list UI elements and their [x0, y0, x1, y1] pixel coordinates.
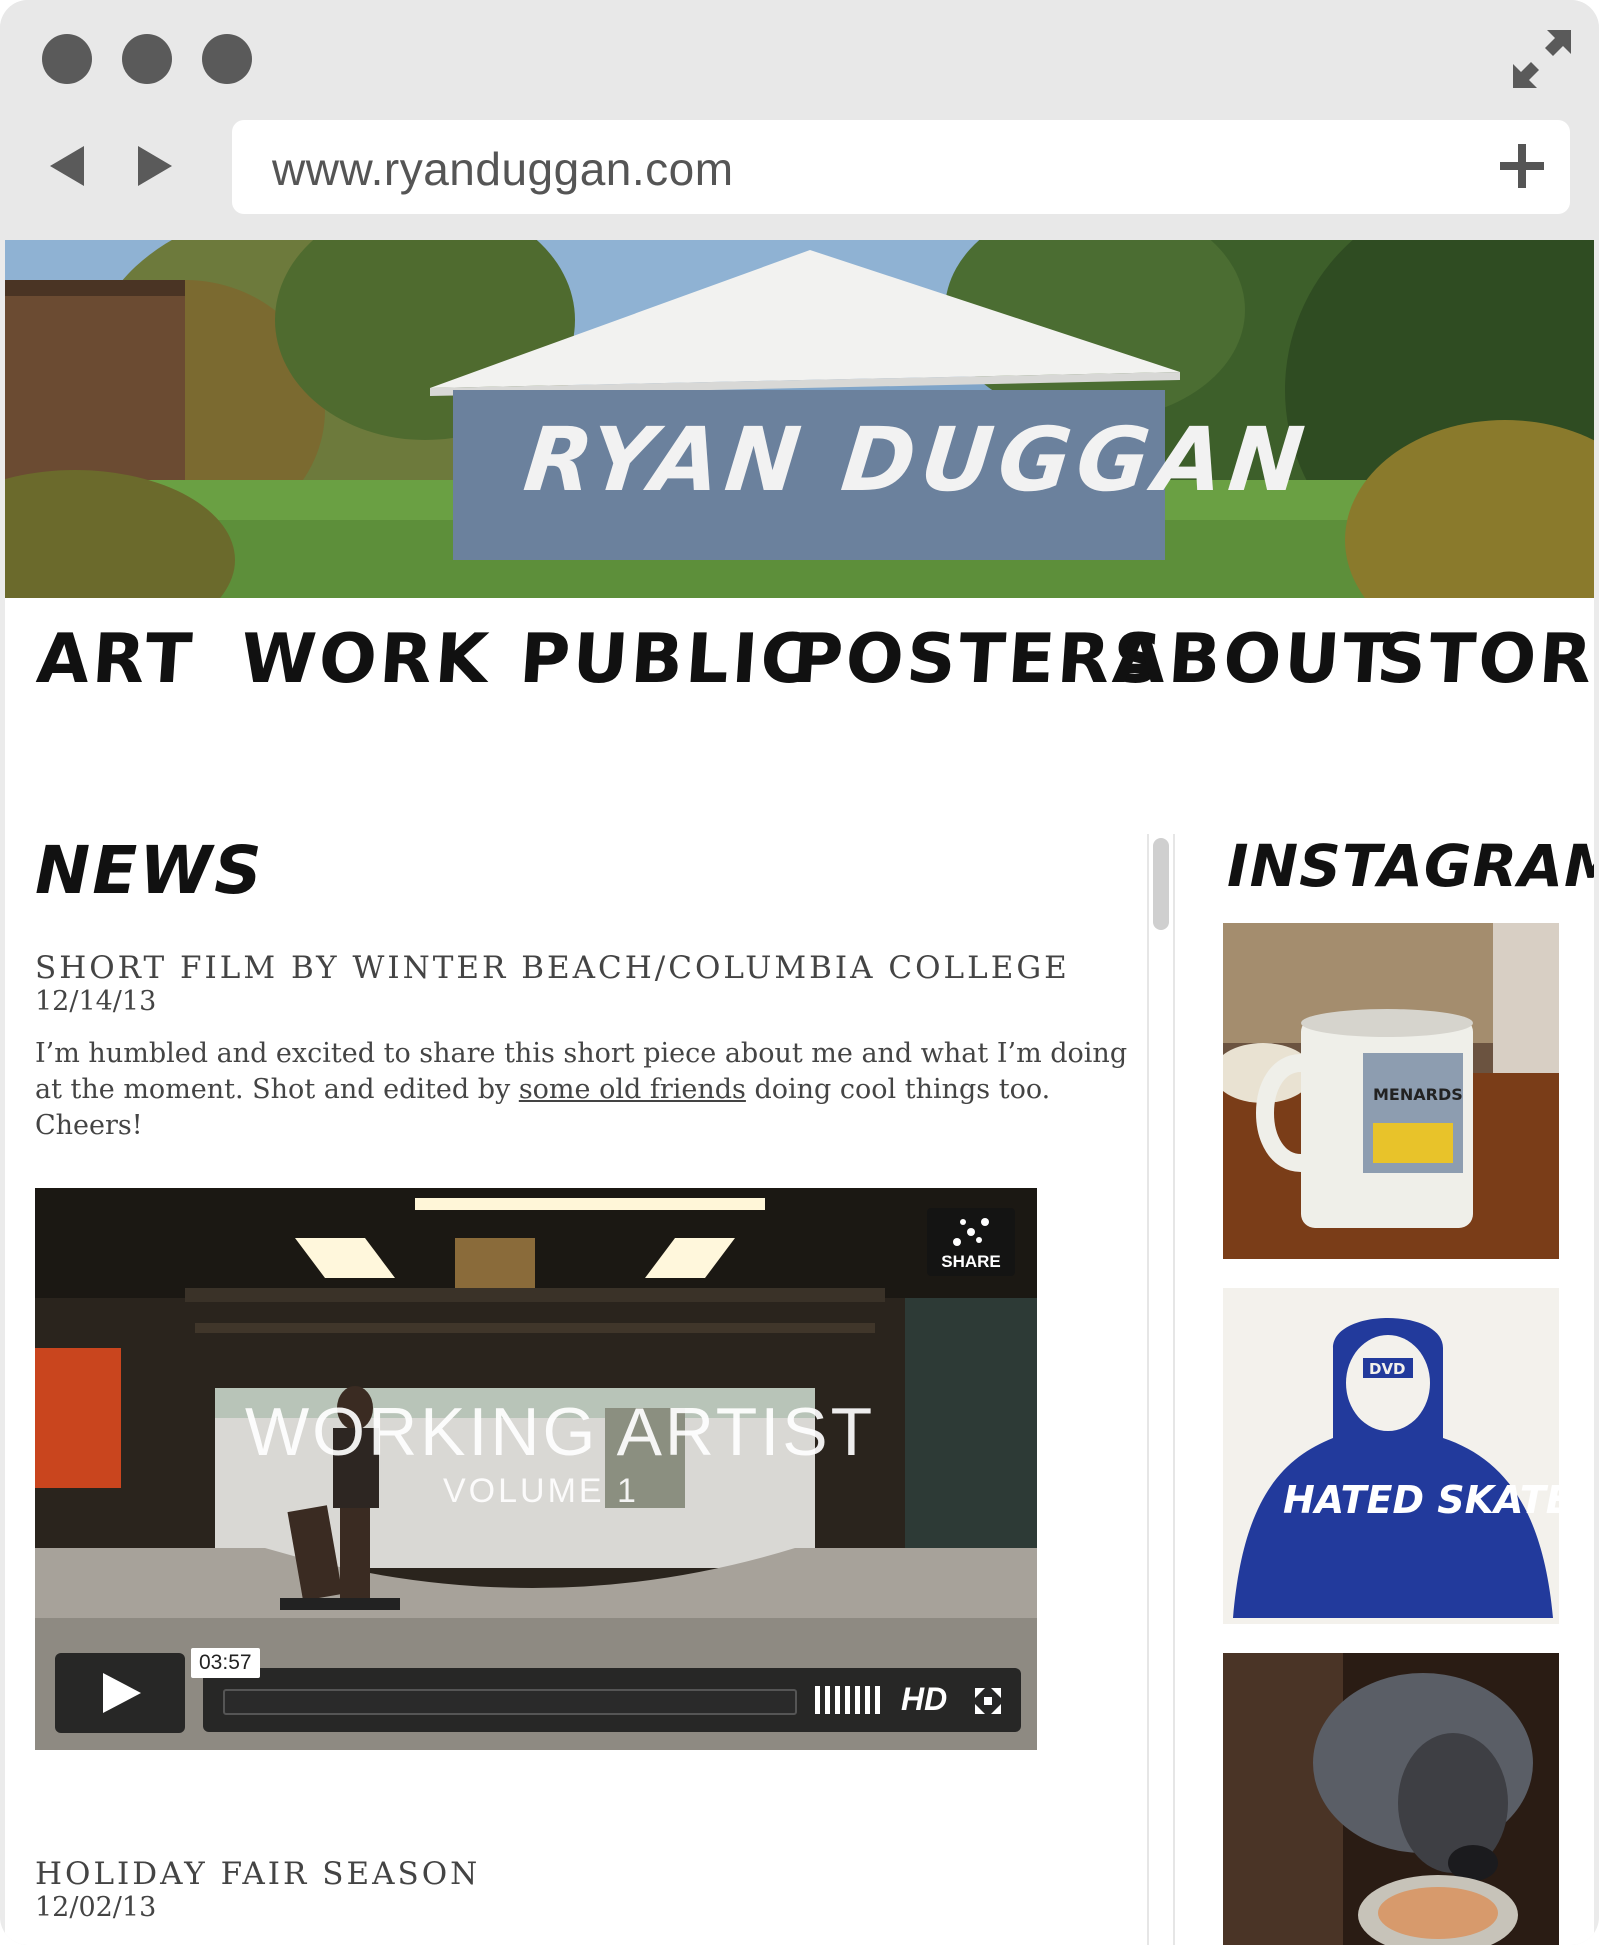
video-title: WORKING ARTIST [245, 1394, 876, 1470]
close-window-button[interactable] [42, 34, 92, 84]
fullscreen-icon[interactable] [1513, 30, 1571, 88]
minimize-window-button[interactable] [122, 34, 172, 84]
share-icon [953, 1218, 989, 1246]
video-controls-bar: HD [203, 1668, 1021, 1732]
news-heading: NEWS [35, 832, 264, 909]
browser-window: www.ryanduggan.com RYAN DUGGAN ART WORK … [0, 0, 1599, 1945]
instagram-photo-mug[interactable]: MENARDS [1223, 923, 1559, 1259]
post-date: 12/14/13 [35, 986, 157, 1017]
dvd-badge-text: DVD [1369, 1360, 1406, 1378]
maximize-window-button[interactable] [202, 34, 252, 84]
mug-label-text: MENARDS [1373, 1085, 1463, 1104]
back-arrow-icon[interactable] [50, 146, 84, 186]
old-friends-link[interactable]: some old friends [519, 1074, 746, 1105]
post-date: 12/02/13 [35, 1892, 157, 1923]
site-logo-title[interactable]: RYAN DUGGAN [520, 408, 1315, 511]
play-icon [103, 1673, 141, 1713]
post-title[interactable]: HOLIDAY FAIR SEASON [35, 1856, 480, 1892]
nav-work[interactable]: WORK [238, 620, 493, 699]
video-progress-bar[interactable] [223, 1689, 797, 1715]
header-banner: RYAN DUGGAN [5, 240, 1594, 598]
hated-skates-text: HATED SKATES [1283, 1478, 1559, 1522]
video-duration: 03:57 [191, 1648, 260, 1678]
volume-icon[interactable] [815, 1686, 883, 1714]
forward-arrow-icon[interactable] [138, 146, 172, 186]
post-body: I’m humbled and excited to share this sh… [35, 1036, 1135, 1144]
dog-photo-icon [1223, 1653, 1559, 1945]
nav-art[interactable]: ART [34, 620, 197, 699]
web-page: RYAN DUGGAN ART WORK PUBLIC POSTERS ABOU… [5, 240, 1594, 1945]
hd-toggle[interactable]: HD [901, 1681, 947, 1718]
nav-public[interactable]: PUBLIC [517, 620, 816, 699]
post-title[interactable]: SHORT FILM BY WINTER BEACH/COLUMBIA COLL… [35, 950, 1070, 986]
share-button[interactable]: SHARE [927, 1208, 1015, 1276]
video-player[interactable]: WORKING ARTIST VOLUME 1 SHARE HD 03:57 [35, 1188, 1037, 1750]
mug-photo-icon: MENARDS [1223, 923, 1559, 1259]
instagram-photo-hated-skates[interactable]: DVD HATED SKATES [1223, 1288, 1559, 1624]
news-scrollbar[interactable] [1147, 834, 1175, 1945]
video-fullscreen-icon[interactable] [975, 1688, 1001, 1714]
hated-skates-print-icon: DVD HATED SKATES [1223, 1288, 1559, 1624]
nav-about[interactable]: ABOUT [1110, 620, 1394, 699]
browser-titlebar: www.ryanduggan.com [0, 0, 1599, 240]
video-subtitle: VOLUME 1 [443, 1472, 639, 1510]
main-navigation: ART WORK PUBLIC POSTERS ABOUT STORE [5, 612, 1594, 722]
instagram-heading: INSTAGRAM [1227, 832, 1594, 900]
new-tab-plus-icon[interactable] [1500, 144, 1544, 188]
share-label: SHARE [941, 1252, 1001, 1271]
play-button[interactable] [55, 1653, 185, 1733]
address-bar[interactable]: www.ryanduggan.com [232, 120, 1570, 214]
scrollbar-thumb[interactable] [1153, 838, 1169, 930]
nav-store[interactable]: STORE [1374, 620, 1594, 699]
instagram-photo-dog[interactable] [1223, 1653, 1559, 1945]
url-text: www.ryanduggan.com [272, 143, 734, 195]
